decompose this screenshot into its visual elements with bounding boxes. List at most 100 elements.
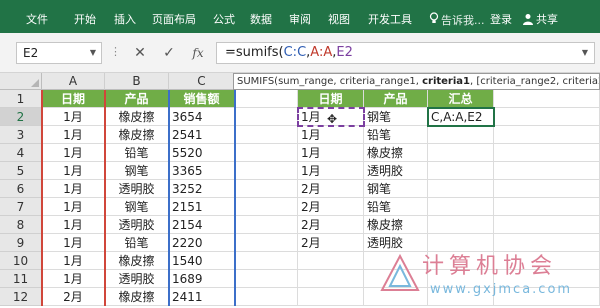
table-cell[interactable]: 2154 <box>169 216 235 234</box>
login-link[interactable]: 登录 <box>490 12 512 28</box>
table-cell[interactable]: 5520 <box>169 144 235 162</box>
grid-cell[interactable] <box>364 288 428 306</box>
table-cell[interactable]: 1月 <box>42 108 105 126</box>
grid-cell[interactable] <box>235 144 298 162</box>
grid-cell[interactable] <box>494 198 600 216</box>
table-cell[interactable]: 橡皮擦 <box>105 252 169 270</box>
summary-cell[interactable]: 铅笔 <box>364 126 428 144</box>
table-cell[interactable]: 透明胶 <box>105 270 169 288</box>
table-cell[interactable]: 1月 <box>42 180 105 198</box>
expand-formula-icon[interactable]: ▼ <box>582 43 588 63</box>
table-cell[interactable]: 2月 <box>42 288 105 306</box>
grid-cell[interactable] <box>235 234 298 252</box>
formula-input[interactable]: =sumifs(C:C,A:A,E2 ▼ <box>216 42 595 64</box>
grid-cell[interactable] <box>428 252 494 270</box>
summary-cell[interactable] <box>428 198 494 216</box>
row-header-3[interactable]: 3 <box>0 126 42 144</box>
row-header-10[interactable]: 10 <box>0 252 42 270</box>
grid-cell[interactable] <box>494 90 600 108</box>
tab-insert[interactable]: 插入 <box>114 12 136 28</box>
summary-cell[interactable]: 1月 <box>298 126 364 144</box>
active-cell-editor[interactable]: C,A:A,E2 <box>427 107 495 127</box>
summary-cell[interactable]: 2月 <box>298 198 364 216</box>
worksheet-grid[interactable]: ABCDEFG123456789101112日期产品销售额1月橡皮擦36541月… <box>0 73 600 308</box>
summary-cell[interactable]: 橡皮擦 <box>364 216 428 234</box>
chevron-down-icon[interactable]: ▼ <box>90 43 96 63</box>
summary-cell[interactable]: 2月 <box>298 216 364 234</box>
tab-developer[interactable]: 开发工具 <box>368 12 412 28</box>
grid-cell[interactable] <box>235 216 298 234</box>
table-cell[interactable]: 1540 <box>169 252 235 270</box>
table-cell[interactable]: 1月 <box>42 234 105 252</box>
grid-cell[interactable] <box>235 288 298 306</box>
tell-me-box[interactable]: 告诉我... <box>428 12 485 28</box>
summary-cell[interactable]: 1月 <box>298 144 364 162</box>
grid-cell[interactable] <box>364 270 428 288</box>
column-header-b[interactable]: B <box>105 73 169 90</box>
tab-review[interactable]: 审阅 <box>289 12 311 28</box>
summary-cell[interactable] <box>428 180 494 198</box>
table-cell[interactable]: 1月 <box>42 144 105 162</box>
grid-cell[interactable] <box>494 252 600 270</box>
table-cell[interactable]: 1月 <box>42 198 105 216</box>
grid-cell[interactable] <box>494 126 600 144</box>
table-cell[interactable]: 橡皮擦 <box>105 126 169 144</box>
summary-cell[interactable]: 透明胶 <box>364 234 428 252</box>
table-cell[interactable]: 3365 <box>169 162 235 180</box>
enter-button[interactable]: ✓ <box>160 44 178 62</box>
grid-cell[interactable] <box>235 252 298 270</box>
row-header-4[interactable]: 4 <box>0 144 42 162</box>
tab-view[interactable]: 视图 <box>328 12 350 28</box>
table-cell[interactable]: 3654 <box>169 108 235 126</box>
row-header-5[interactable]: 5 <box>0 162 42 180</box>
table-cell[interactable]: 钢笔 <box>105 198 169 216</box>
table-cell[interactable]: 1月 <box>42 270 105 288</box>
summary-cell[interactable]: 钢笔 <box>364 180 428 198</box>
grid-cell[interactable] <box>235 270 298 288</box>
grid-cell[interactable] <box>494 288 600 306</box>
grid-cell[interactable] <box>235 126 298 144</box>
summary-cell[interactable] <box>428 216 494 234</box>
row-header-9[interactable]: 9 <box>0 234 42 252</box>
grid-cell[interactable] <box>298 288 364 306</box>
summary-cell[interactable] <box>428 126 494 144</box>
summary-cell[interactable]: 2月 <box>298 234 364 252</box>
table-cell[interactable]: 橡皮擦 <box>105 288 169 306</box>
table-cell[interactable]: 橡皮擦 <box>105 108 169 126</box>
grid-cell[interactable] <box>494 234 600 252</box>
table-cell[interactable]: 透明胶 <box>105 216 169 234</box>
tab-page-layout[interactable]: 页面布局 <box>152 12 196 28</box>
row-header-11[interactable]: 11 <box>0 270 42 288</box>
select-all-button[interactable] <box>0 73 42 90</box>
table-cell[interactable]: 铅笔 <box>105 234 169 252</box>
tab-home[interactable]: 开始 <box>74 12 96 28</box>
tab-data[interactable]: 数据 <box>250 12 272 28</box>
grid-cell[interactable] <box>235 90 298 108</box>
table-cell[interactable]: 1月 <box>42 216 105 234</box>
table-cell[interactable]: 2541 <box>169 126 235 144</box>
summary-cell[interactable] <box>428 234 494 252</box>
grid-cell[interactable] <box>428 288 494 306</box>
grid-cell[interactable] <box>235 108 298 126</box>
summary-cell[interactable]: 2月 <box>298 180 364 198</box>
grid-cell[interactable] <box>494 108 600 126</box>
table-cell[interactable]: 2220 <box>169 234 235 252</box>
grid-cell[interactable] <box>235 180 298 198</box>
grid-cell[interactable] <box>494 144 600 162</box>
table-cell[interactable]: 透明胶 <box>105 180 169 198</box>
table-cell[interactable]: 2411 <box>169 288 235 306</box>
table-cell[interactable]: 铅笔 <box>105 144 169 162</box>
table-cell[interactable]: 1689 <box>169 270 235 288</box>
grid-cell[interactable] <box>235 162 298 180</box>
tab-formulas[interactable]: 公式 <box>213 12 235 28</box>
row-header-1[interactable]: 1 <box>0 90 42 108</box>
table-cell[interactable]: 2151 <box>169 198 235 216</box>
table-cell[interactable]: 钢笔 <box>105 162 169 180</box>
row-header-12[interactable]: 12 <box>0 288 42 306</box>
grid-cell[interactable] <box>494 216 600 234</box>
grid-cell[interactable] <box>494 180 600 198</box>
row-header-6[interactable]: 6 <box>0 180 42 198</box>
row-header-8[interactable]: 8 <box>0 216 42 234</box>
grid-cell[interactable] <box>494 270 600 288</box>
share-button[interactable]: 共享 <box>522 11 558 29</box>
